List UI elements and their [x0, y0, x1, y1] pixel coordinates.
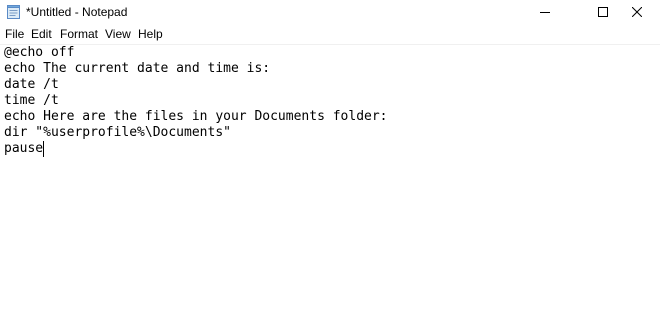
editor-line: echo Here are the files in your Document…	[4, 109, 388, 124]
menu-bar: File Edit Format View Help	[0, 26, 660, 44]
editor-line: dir "%userprofile%\Documents"	[4, 125, 231, 140]
menu-edit[interactable]: Edit	[31, 27, 52, 41]
text-caret	[43, 141, 45, 157]
notepad-window: *Untitled - Notepad File Edit Format Vie…	[0, 0, 660, 316]
editor-line: echo The current date and time is:	[4, 61, 271, 76]
menu-view[interactable]: View	[105, 27, 131, 41]
window-title: *Untitled - Notepad	[26, 5, 128, 19]
minimize-button[interactable]	[522, 0, 568, 26]
notepad-icon	[7, 5, 20, 19]
minimize-icon	[540, 4, 550, 22]
editor-line: time /t	[4, 93, 59, 108]
menu-file[interactable]: File	[5, 27, 24, 41]
menu-format[interactable]: Format	[60, 27, 98, 41]
close-icon	[631, 4, 643, 22]
maximize-icon	[598, 4, 608, 22]
editor-line: date /t	[4, 77, 59, 92]
editor-line: @echo off	[4, 45, 75, 60]
menu-help[interactable]: Help	[138, 27, 163, 41]
text-editor[interactable]: @echo off echo The current date and time…	[0, 45, 660, 316]
title-bar[interactable]: *Untitled - Notepad	[0, 0, 660, 26]
close-button[interactable]	[614, 0, 660, 26]
editor-line: pause	[4, 141, 44, 156]
